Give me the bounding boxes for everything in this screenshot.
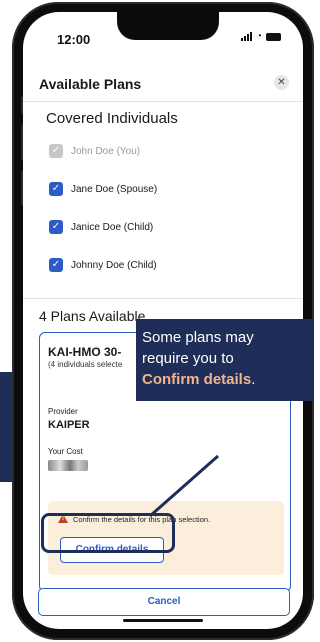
tooltip-callout: Some plans may require you to Confirm de… (136, 319, 314, 401)
callout-line-1: Some plans may (142, 329, 254, 346)
callout-line-2: require you to (142, 350, 234, 367)
callout-line-3: Confirm details. (142, 371, 256, 388)
callout-highlight: Confirm details (142, 371, 252, 388)
